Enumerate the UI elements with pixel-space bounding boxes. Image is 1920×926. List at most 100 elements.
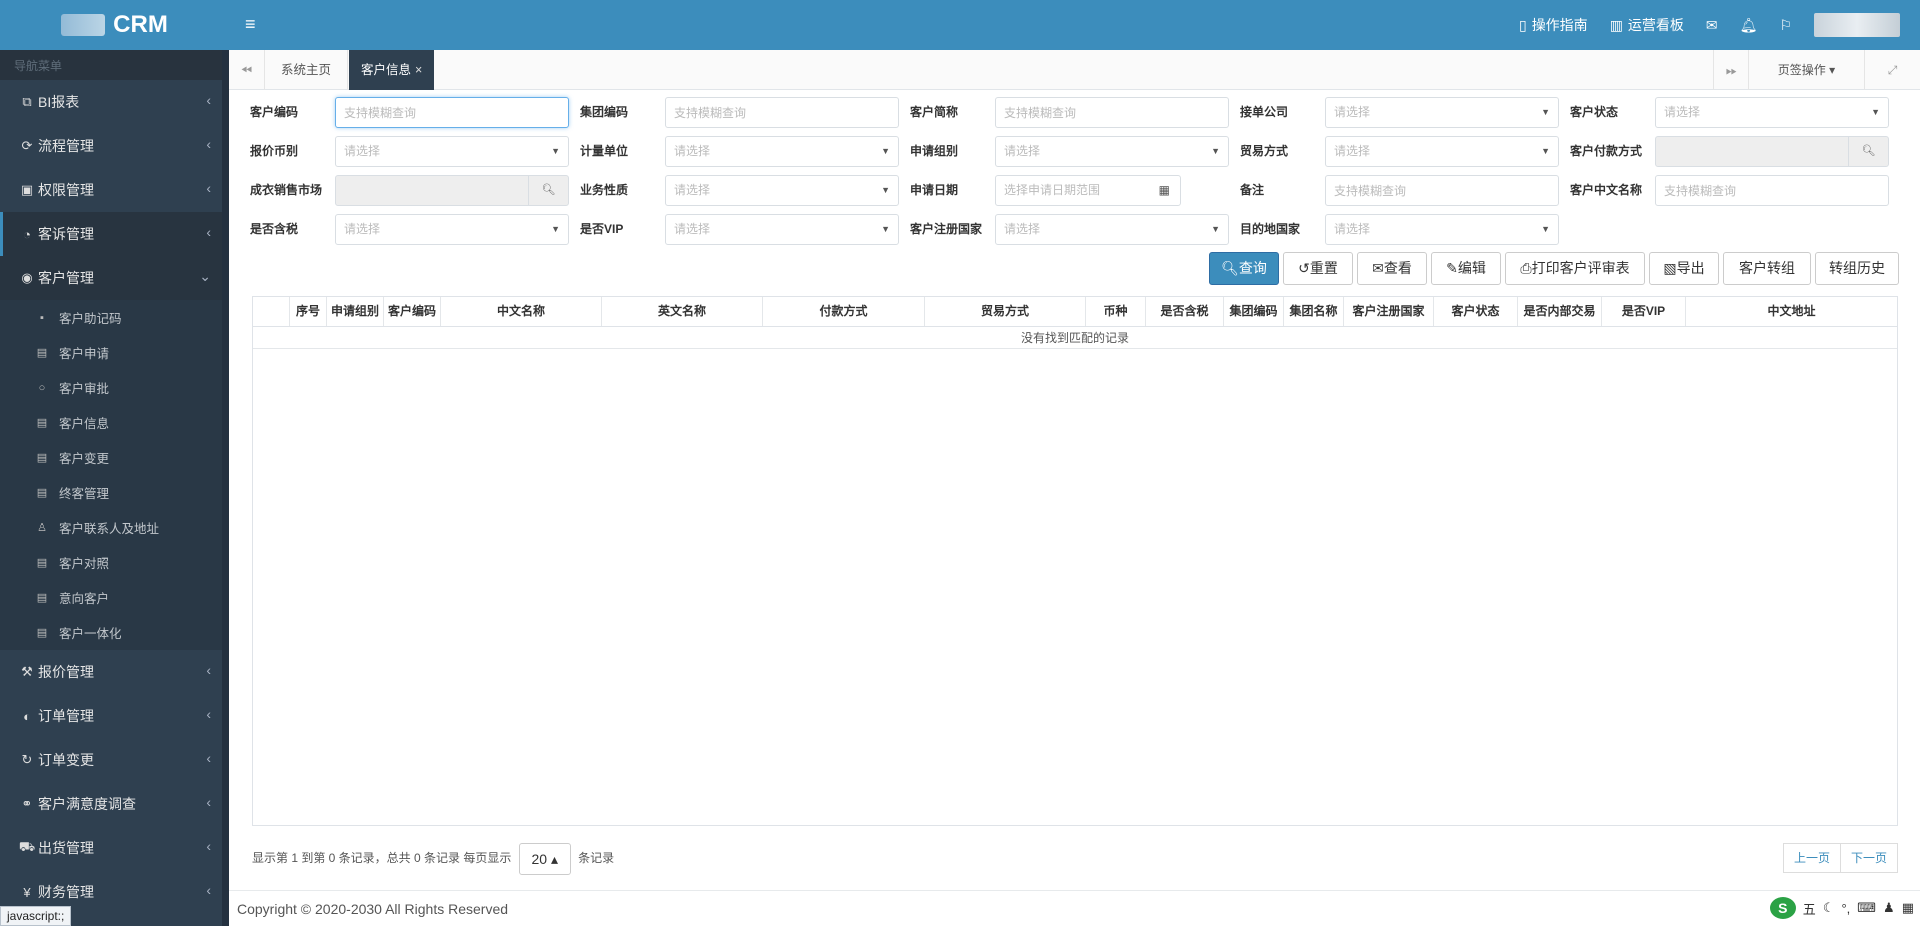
trade-select[interactable]: 请选择 ▼ [1325, 136, 1559, 167]
punctuation-icon[interactable]: °, [1841, 901, 1850, 916]
search-icon[interactable]: 🔍︎ [528, 176, 568, 205]
status-select[interactable]: 请选择 ▼ [1655, 97, 1889, 128]
sub-item-change[interactable]: ▤ 客户变更 [0, 440, 229, 475]
remark-input[interactable] [1325, 175, 1559, 206]
col-tax[interactable]: 是否含税 [1146, 297, 1224, 326]
apply-date-picker[interactable]: 选择申请日期范围 ▦ [995, 175, 1181, 206]
envelope-icon[interactable]: ✉ [1706, 17, 1718, 34]
transfer-history-button[interactable]: 转组历史 [1815, 252, 1899, 285]
menu-item-order[interactable]: ◐ 订单管理 ‹ [0, 694, 229, 738]
menu-item-order-change[interactable]: ↻ 订单变更 ‹ [0, 738, 229, 782]
col-apply-group[interactable]: 申请组别 [327, 297, 384, 326]
currency-select[interactable]: 请选择 ▼ [335, 136, 569, 167]
sub-item-integration[interactable]: ▤ 客户一体化 [0, 615, 229, 650]
chevron-left-icon: ‹ [206, 838, 211, 854]
dest-country-select[interactable]: 请选择 ▼ [1325, 214, 1559, 245]
menu-item-complaint[interactable]: ◔ 客诉管理 ‹ [0, 212, 229, 256]
vip-select[interactable]: 请选择 ▼ [665, 214, 899, 245]
cn-name-input[interactable] [1655, 175, 1889, 206]
menu-item-label: 客户管理 [38, 270, 94, 286]
menu-item-permission[interactable]: ▣ 权限管理 ‹ [0, 168, 229, 212]
prev-page-button[interactable]: 上一页 [1782, 843, 1841, 873]
next-page-button[interactable]: 下一页 [1840, 843, 1898, 873]
ime-mode[interactable]: 五 [1803, 899, 1816, 918]
col-internal[interactable]: 是否内部交易 [1518, 297, 1602, 326]
market-search-field[interactable]: 🔍︎ [335, 175, 569, 206]
export-button[interactable]: ▧导出 [1649, 252, 1719, 285]
sub-item-mapping[interactable]: ▤ 客户对照 [0, 545, 229, 580]
menu-item-quote[interactable]: ⚒ 报价管理 ‹ [0, 650, 229, 694]
label-group-code: 集团编码 [580, 105, 629, 119]
person-icon[interactable]: ♟ [1883, 900, 1895, 916]
tab-customer-info[interactable]: 客户信息 × [349, 50, 435, 90]
menu-item-shipping[interactable]: ⛟ 出货管理 ‹ [0, 826, 229, 870]
col-checkbox[interactable] [253, 297, 290, 326]
company-select[interactable]: 请选择 ▼ [1325, 97, 1559, 128]
grid-icon[interactable]: ▦ [1902, 900, 1914, 916]
group-code-input[interactable] [665, 97, 899, 128]
logo[interactable]: CRM [0, 0, 229, 50]
page-size-dropdown[interactable]: 20 ▴ [518, 843, 571, 875]
short-name-input[interactable] [995, 97, 1229, 128]
sub-item-approval[interactable]: ○ 客户审批 [0, 370, 229, 405]
col-currency[interactable]: 币种 [1086, 297, 1146, 326]
view-button[interactable]: ✉查看 [1357, 252, 1427, 285]
guide-link[interactable]: ▯ 操作指南 [1519, 15, 1588, 35]
dashboard-link[interactable]: ▥ 运营看板 [1610, 15, 1684, 35]
fullscreen-icon[interactable]: ⤢ [1864, 50, 1920, 90]
cust-code-input[interactable] [335, 97, 569, 128]
col-payment[interactable]: 付款方式 [763, 297, 925, 326]
col-cn-name[interactable]: 中文名称 [441, 297, 602, 326]
sub-item-contacts[interactable]: ♙ 客户联系人及地址 [0, 510, 229, 545]
sidebar-scrollbar[interactable] [222, 50, 229, 926]
col-group-code[interactable]: 集团编码 [1224, 297, 1284, 326]
col-seq[interactable]: 序号 [290, 297, 327, 326]
col-cust-code[interactable]: 客户编码 [384, 297, 441, 326]
apply-group-select[interactable]: 请选择 ▼ [995, 136, 1229, 167]
biz-type-select[interactable]: 请选择 ▼ [665, 175, 899, 206]
ime-logo[interactable]: S [1769, 897, 1796, 919]
user-avatar[interactable] [1814, 13, 1900, 37]
unit-select[interactable]: 请选择 ▼ [665, 136, 899, 167]
reset-button[interactable]: ↺重置 [1283, 252, 1353, 285]
menu-item-customer[interactable]: ◉ 客户管理 ⌄ [0, 256, 229, 300]
bell-icon[interactable]: 🔔︎ [1740, 17, 1758, 34]
logo-text: CRM [113, 11, 168, 38]
tab-home[interactable]: 系统主页 [265, 50, 349, 90]
menu-item-survey[interactable]: ⚭ 客户满意度调查 ‹ [0, 782, 229, 826]
sub-item-info[interactable]: ▤ 客户信息 [0, 405, 229, 440]
close-icon[interactable]: × [415, 63, 422, 77]
keyboard-icon[interactable]: ⌨ [1857, 900, 1876, 916]
moon-icon[interactable]: ☾ [1823, 900, 1835, 916]
reg-country-select[interactable]: 请选择 ▼ [995, 214, 1229, 245]
menu-item-flow[interactable]: ⟳ 流程管理 ‹ [0, 124, 229, 168]
col-en-name[interactable]: 英文名称 [602, 297, 763, 326]
col-cn-address[interactable]: 中文地址 [1686, 297, 1897, 326]
tax-select[interactable]: 请选择 ▼ [335, 214, 569, 245]
col-vip[interactable]: 是否VIP [1602, 297, 1686, 326]
col-trade[interactable]: 贸易方式 [925, 297, 1086, 326]
flag-icon[interactable]: ⚐ [1779, 17, 1792, 34]
tab-next-button[interactable]: ⏩︎ [1713, 50, 1749, 90]
col-status[interactable]: 客户状态 [1434, 297, 1518, 326]
edit-button[interactable]: ✎编辑 [1431, 252, 1501, 285]
col-group-name[interactable]: 集团名称 [1284, 297, 1344, 326]
reset-label: 重置 [1309, 260, 1338, 276]
print-review-button[interactable]: ⎙打印客户评审表 [1505, 252, 1645, 285]
sub-item-prospect[interactable]: ▤ 意向客户 [0, 580, 229, 615]
sub-item-mnemonic[interactable]: ▪ 客户助记码 [0, 300, 229, 335]
tab-ops-dropdown[interactable]: 页签操作 ▾ [1748, 50, 1864, 90]
sub-item-end-customer[interactable]: ▤ 终客管理 [0, 475, 229, 510]
label-remark: 备注 [1240, 183, 1265, 197]
payment-search-field[interactable]: 🔍︎ [1655, 136, 1889, 167]
menu-item-bi[interactable]: ⧉ BI报表 ‹ [0, 80, 229, 124]
transfer-group-button[interactable]: 客户转组 [1723, 252, 1811, 285]
hamburger-icon[interactable]: ≡ [245, 14, 256, 35]
tax-placeholder: 请选择 [344, 222, 381, 236]
tab-prev-button[interactable]: ⏪︎ [229, 50, 265, 90]
col-reg-country[interactable]: 客户注册国家 [1344, 297, 1434, 326]
query-button[interactable]: 🔍︎查询 [1209, 252, 1279, 285]
sub-item-apply[interactable]: ▤ 客户申请 [0, 335, 229, 370]
dashboard-label: 运营看板 [1627, 17, 1684, 33]
search-icon[interactable]: 🔍︎ [1848, 137, 1888, 166]
